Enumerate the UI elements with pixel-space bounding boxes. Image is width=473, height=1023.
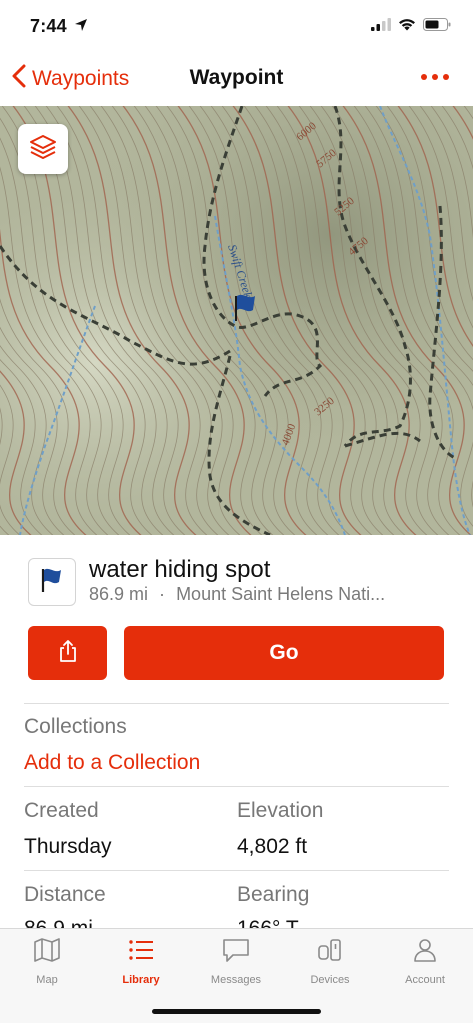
more-options-button[interactable] [421, 74, 449, 80]
tab-label: Library [122, 974, 160, 986]
more-dot-icon [443, 74, 449, 80]
person-icon [411, 937, 439, 968]
waypoint-distance: 86.9 mi [89, 584, 149, 604]
status-indicators [371, 18, 451, 36]
more-dot-icon [432, 74, 438, 80]
share-button[interactable] [28, 626, 107, 680]
tab-messages[interactable]: Messages [189, 937, 283, 989]
elevation-label: Elevation [237, 799, 324, 822]
devices-icon [316, 937, 344, 968]
tab-account[interactable]: Account [378, 937, 472, 989]
divider [24, 870, 449, 871]
bearing-label: Bearing [237, 883, 310, 906]
elevation-value: 4,802 ft [237, 835, 308, 858]
back-button[interactable]: Waypoints [12, 64, 129, 94]
navigation-bar: Waypoints Waypoint [0, 52, 473, 106]
home-indicator [152, 1009, 321, 1014]
back-button-label: Waypoints [32, 67, 130, 90]
map-canvas: 600057505250475032504000 Swift Creek [0, 106, 473, 535]
list-icon [127, 937, 155, 968]
message-icon [222, 937, 250, 968]
waypoint-subtitle: 86.9 mi · Mount Saint Helens Nati... [89, 584, 449, 605]
chevron-left-icon [12, 64, 26, 94]
divider [24, 786, 449, 787]
share-icon [57, 639, 79, 668]
map-icon [33, 937, 61, 968]
map-layers-button[interactable] [18, 124, 68, 174]
created-value: Thursday [24, 835, 112, 858]
waypoint-name: water hiding spot [89, 556, 271, 583]
waypoint-icon-box [28, 558, 76, 606]
created-label: Created [24, 799, 99, 822]
tab-map[interactable]: Map [0, 937, 94, 989]
wifi-icon [398, 18, 416, 36]
tab-label: Devices [310, 974, 350, 986]
go-button[interactable]: Go [124, 626, 444, 680]
divider [24, 703, 449, 704]
flag-icon [39, 566, 65, 599]
tab-label: Account [405, 974, 445, 986]
topo-map[interactable]: 6000 5750 5250 4750 3250 4000 Swift Creek [0, 106, 473, 535]
waypoint-location: Mount Saint Helens Nati... [176, 584, 386, 604]
status-time: 7:44 [30, 16, 67, 36]
status-bar: 7:44 [0, 0, 473, 52]
tab-devices[interactable]: Devices [283, 937, 377, 989]
subtitle-separator: · [159, 584, 166, 604]
distance-label: Distance [24, 883, 106, 906]
more-dot-icon [421, 74, 427, 80]
cellular-signal-icon [371, 18, 391, 36]
tab-bar: Map Library Messages Devices Account [0, 928, 473, 1023]
collections-heading: Collections [24, 715, 127, 738]
add-to-collection-link[interactable]: Add to a Collection [24, 751, 200, 775]
waypoint-header: water hiding spot 86.9 mi · Mount Saint … [28, 555, 445, 607]
tab-library[interactable]: Library [94, 937, 188, 989]
location-arrow-icon [74, 18, 88, 37]
tab-label: Map [36, 974, 58, 986]
layers-icon [28, 132, 58, 167]
battery-icon [423, 18, 451, 36]
tab-label: Messages [210, 974, 262, 986]
